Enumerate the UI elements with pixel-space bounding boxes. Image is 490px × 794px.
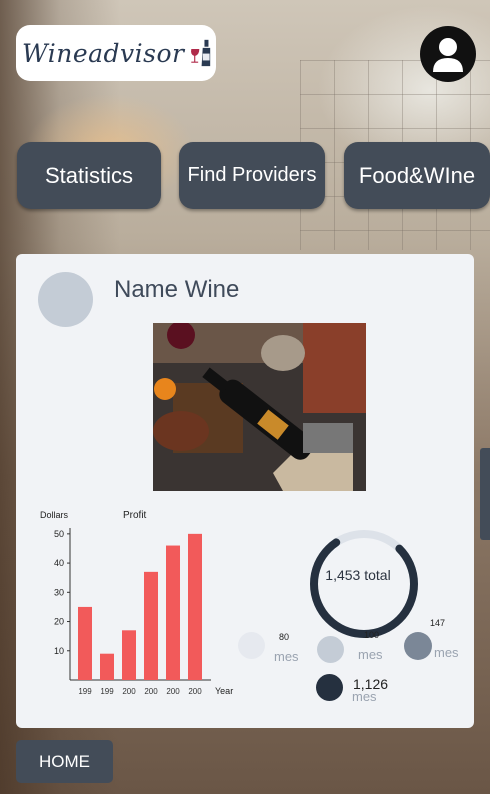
bar-2 <box>122 630 136 680</box>
x-tick-label: 200 <box>122 687 136 696</box>
profit-bar-chart: Dollars Profit Year 10 20 30 40 50 199 199 200 2… <box>40 510 233 696</box>
find-providers-button[interactable]: Find Providers <box>179 142 325 209</box>
total-label: 1,453 total <box>325 567 391 583</box>
y-tick-label: 40 <box>54 558 64 568</box>
wine-bottle-photo <box>153 323 366 491</box>
user-profile-button[interactable] <box>420 26 476 82</box>
food-wine-button[interactable]: Food&WIne <box>344 142 490 209</box>
bar-5 <box>188 533 202 680</box>
wine-glass-bottle-icon <box>190 39 210 67</box>
x-tick-label: 199 <box>100 687 114 696</box>
stat-value-1: 80 <box>279 632 290 642</box>
bar-3 <box>144 571 158 680</box>
stat-unit-2: mes <box>358 647 383 662</box>
stat-dot-2 <box>317 636 344 663</box>
bar-4 <box>166 545 180 680</box>
home-button[interactable]: HOME <box>16 740 113 783</box>
stat-dot-3 <box>404 632 432 660</box>
stat-unit-1: mes <box>274 649 299 664</box>
total-progress-ring <box>310 530 418 638</box>
logo-text: Wineadvisor <box>22 38 185 68</box>
wine-card: Name Wine Dollars Profit Year 10 20 30 40 50… <box>16 254 474 728</box>
chart-title: Profit <box>123 510 147 521</box>
x-tick-label: 200 <box>188 687 202 696</box>
stat-value-2: 100 <box>364 630 380 640</box>
bar-0 <box>78 606 92 680</box>
wine-name: Name Wine <box>114 276 240 303</box>
y-tick-label: 50 <box>54 529 64 539</box>
y-tick-label: 20 <box>54 617 64 627</box>
user-icon <box>433 38 463 72</box>
x-axis-label: Year <box>215 686 233 696</box>
bar-1 <box>100 653 114 680</box>
y-axis-label: Dollars <box>40 510 69 520</box>
y-tick-label: 10 <box>54 646 64 656</box>
statistics-button[interactable]: Statistics <box>17 142 161 209</box>
y-tick-label: 30 <box>54 587 64 597</box>
stat-unit-3: mes <box>434 645 459 660</box>
side-drawer-handle[interactable] <box>480 448 490 540</box>
x-tick-label: 200 <box>166 687 180 696</box>
x-tick-label: 199 <box>78 687 92 696</box>
stat-dot-4 <box>316 674 343 701</box>
wine-avatar <box>38 272 93 327</box>
stat-unit-4: mes <box>352 689 377 704</box>
x-tick-label: 200 <box>144 687 158 696</box>
app-logo[interactable]: Wineadvisor <box>16 25 216 81</box>
stat-value-3: 147 <box>430 618 446 628</box>
stat-dot-1 <box>238 632 265 659</box>
